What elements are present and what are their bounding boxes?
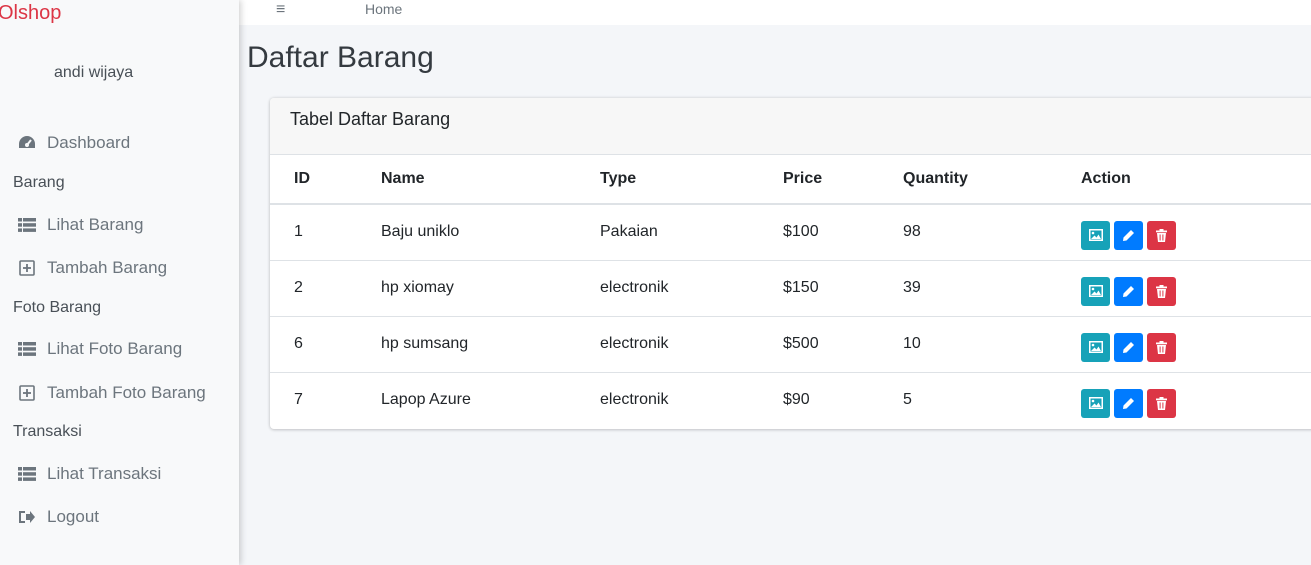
cell-quantity: 39 <box>903 260 1081 317</box>
sidebar-item-dashboard[interactable]: Dashboard <box>17 131 130 155</box>
column-header-name: Name <box>381 155 600 205</box>
image-icon <box>1088 229 1103 242</box>
top-navbar: ≡ Home <box>239 0 1311 25</box>
sidebar-item-tambah-foto[interactable]: Tambah Foto Barang <box>17 381 206 405</box>
column-header-quantity: Quantity <box>903 155 1081 205</box>
cell-id: 1 <box>270 204 381 261</box>
sidebar-item-label: Tambah Foto Barang <box>47 383 206 402</box>
view-photo-button[interactable] <box>1081 220 1110 250</box>
table-row: 7 Lapop Azure electronik $90 5 <box>270 372 1311 428</box>
image-icon <box>1088 285 1103 297</box>
column-header-type: Type <box>600 155 783 205</box>
list-icon <box>17 215 37 235</box>
sidebar-item-label: Tambah Barang <box>47 258 168 277</box>
view-photo-button[interactable] <box>1081 388 1110 418</box>
edit-button[interactable] <box>1114 388 1143 418</box>
sidebar-header-foto: Foto Barang <box>13 299 102 316</box>
cell-action <box>1081 372 1311 428</box>
edit-button[interactable] <box>1114 276 1143 306</box>
items-table: ID Name Type Price Quantity Action 1 Baj… <box>270 155 1311 428</box>
sign-out-icon <box>17 507 37 527</box>
user-name[interactable]: andi wijaya <box>54 64 133 82</box>
cell-name: hp xiomay <box>381 260 600 317</box>
pencil-icon <box>1123 341 1134 353</box>
brand-logo[interactable]: Olshop <box>0 2 61 25</box>
edit-button[interactable] <box>1114 220 1143 250</box>
table-row: 2 hp xiomay electronik $150 39 <box>270 260 1311 317</box>
sidebar-header-barang: Barang <box>13 174 65 191</box>
cell-type: electronik <box>600 391 669 409</box>
column-header-price: Price <box>783 155 903 205</box>
pencil-icon <box>1123 397 1134 409</box>
cell-name: Lapop Azure <box>381 391 471 409</box>
delete-button[interactable] <box>1147 332 1176 362</box>
list-icon <box>17 464 37 484</box>
sidebar-item-logout[interactable]: Logout <box>17 505 99 529</box>
column-header-id: ID <box>270 155 381 205</box>
sidebar-item-lihat-foto[interactable]: Lihat Foto Barang <box>17 337 182 361</box>
hamburger-menu-icon[interactable]: ≡ <box>276 1 285 19</box>
column-header-action: Action <box>1081 155 1311 205</box>
sidebar-item-tambah-barang[interactable]: Tambah Barang <box>17 256 167 280</box>
cell-action <box>1081 204 1311 261</box>
delete-button[interactable] <box>1147 388 1176 418</box>
sidebar-item-lihat-barang[interactable]: Lihat Barang <box>17 213 143 237</box>
pencil-icon <box>1123 229 1134 241</box>
cell-type: Pakaian <box>600 204 783 261</box>
image-icon <box>1088 397 1103 410</box>
cell-price: $100 <box>783 204 903 261</box>
cell-id: 2 <box>270 260 381 317</box>
table-header-row: ID Name Type Price Quantity Action <box>270 155 1311 205</box>
cell-id: 6 <box>270 316 381 373</box>
image-icon <box>1088 341 1103 353</box>
cell-type: electronik <box>600 260 783 317</box>
view-photo-button[interactable] <box>1081 276 1110 306</box>
edit-button[interactable] <box>1114 332 1143 362</box>
pencil-icon <box>1123 285 1134 297</box>
trash-icon <box>1156 284 1167 298</box>
cell-action <box>1081 260 1311 317</box>
page-title: Daftar Barang <box>247 41 434 74</box>
sidebar-header-transaksi: Transaksi <box>13 423 82 440</box>
cell-price: $150 <box>783 260 903 317</box>
sidebar-item-lihat-transaksi[interactable]: Lihat Transaksi <box>17 462 161 486</box>
sidebar-item-label: Lihat Foto Barang <box>47 339 183 358</box>
cell-name: hp sumsang <box>381 316 600 373</box>
cell-name: Baju uniklo <box>381 204 600 261</box>
cell-quantity: 10 <box>903 316 1081 373</box>
cell-type: electronik <box>600 316 783 373</box>
delete-button[interactable] <box>1147 220 1176 250</box>
sidebar-item-label: Lihat Barang <box>47 215 144 234</box>
cell-id: 7 <box>294 391 303 409</box>
trash-icon <box>1156 340 1167 354</box>
trash-icon <box>1156 396 1167 410</box>
delete-button[interactable] <box>1147 276 1176 306</box>
sidebar: Olshop andi wijaya Dashboard Barang Liha… <box>0 0 239 565</box>
tachometer-icon <box>17 133 37 153</box>
trash-icon <box>1156 228 1167 242</box>
sidebar-item-label: Lihat Transaksi <box>47 464 162 483</box>
cell-price: $500 <box>783 316 903 373</box>
items-card: Tabel Daftar Barang ID Name Type Price Q… <box>270 98 1311 429</box>
cell-quantity: 98 <box>903 204 1081 261</box>
table-row: 1 Baju uniklo Pakaian $100 98 <box>270 204 1311 261</box>
cell-price: $90 <box>783 391 810 409</box>
view-photo-button[interactable] <box>1081 332 1110 362</box>
list-icon <box>17 339 37 359</box>
cell-quantity: 5 <box>903 391 912 409</box>
cell-action <box>1081 316 1311 373</box>
home-link[interactable]: Home <box>365 1 402 17</box>
card-title: Tabel Daftar Barang <box>270 98 1311 155</box>
plus-square-icon <box>17 258 37 278</box>
table-row: 6 hp sumsang electronik $500 10 <box>270 316 1311 373</box>
plus-square-icon <box>17 383 37 403</box>
sidebar-item-label: Logout <box>47 507 99 526</box>
sidebar-item-label: Dashboard <box>47 133 131 152</box>
